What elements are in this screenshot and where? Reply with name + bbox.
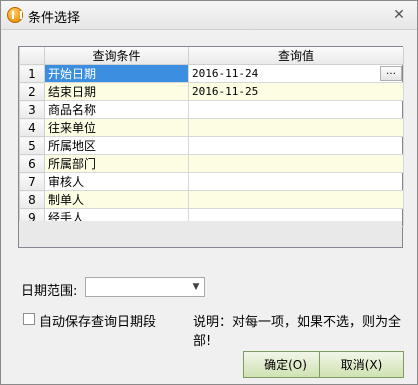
auto-save-label[interactable]: 自动保存查询日期段: [39, 311, 156, 330]
condition-table: 查询条件 查询值 1 开始日期 2016-11-24 … 2 结束日期 2016-…: [19, 47, 404, 227]
value-cell[interactable]: [188, 154, 404, 173]
value-column-header[interactable]: 查询值: [188, 47, 404, 65]
condition-cell[interactable]: 往来单位: [44, 118, 189, 137]
grid-empty-area: [19, 221, 402, 247]
condition-cell[interactable]: 商品名称: [44, 100, 189, 119]
value-text: 2016-11-24: [192, 67, 259, 80]
condition-cell[interactable]: 开始日期: [44, 64, 189, 83]
table-row[interactable]: 5 所属地区: [19, 136, 404, 155]
row-number: 4: [19, 118, 45, 137]
value-cell[interactable]: [188, 100, 404, 119]
auto-save-checkbox[interactable]: [23, 313, 35, 325]
table-row[interactable]: 7 审核人: [19, 172, 404, 191]
chevron-down-icon[interactable]: ▼: [188, 278, 204, 296]
condition-cell[interactable]: 所属地区: [44, 136, 189, 155]
table-row[interactable]: 3 商品名称: [19, 100, 404, 119]
condition-cell[interactable]: 所属部门: [44, 154, 189, 173]
value-cell[interactable]: [188, 190, 404, 209]
table-row[interactable]: 4 往来单位: [19, 118, 404, 137]
cancel-button[interactable]: 取消(X): [319, 351, 404, 378]
table-row[interactable]: 8 制单人: [19, 190, 404, 209]
row-number: 2: [19, 82, 45, 101]
condition-cell[interactable]: 结束日期: [44, 82, 189, 101]
value-cell[interactable]: [188, 172, 404, 191]
value-cell[interactable]: 2016-11-25: [188, 82, 404, 101]
date-range-label: 日期范围:: [21, 284, 78, 299]
row-number-header: [19, 47, 45, 65]
value-cell[interactable]: [188, 118, 404, 137]
app-icon: [7, 7, 23, 23]
condition-cell[interactable]: 制单人: [44, 190, 189, 209]
title-bar: 条件选择 ✕: [1, 1, 417, 30]
row-number: 1: [19, 64, 45, 83]
ok-button[interactable]: 确定(O): [243, 351, 328, 378]
condition-dialog: 条件选择 ✕ 查询条件 查询值 1 开始日期 2016-11-24 … 2 结束日…: [0, 0, 418, 385]
window-title: 条件选择: [28, 11, 81, 26]
row-number: 3: [19, 100, 45, 119]
row-number: 5: [19, 136, 45, 155]
value-cell[interactable]: 2016-11-24 …: [188, 64, 404, 83]
condition-column-header[interactable]: 查询条件: [44, 47, 189, 65]
condition-cell[interactable]: 审核人: [44, 172, 189, 191]
row-number: 6: [19, 154, 45, 173]
table-row[interactable]: 1 开始日期 2016-11-24 …: [19, 64, 404, 83]
table-row[interactable]: 2 结束日期 2016-11-25: [19, 82, 404, 101]
close-icon[interactable]: ✕: [391, 7, 407, 23]
table-row[interactable]: 6 所属部门: [19, 154, 404, 173]
condition-grid: 查询条件 查询值 1 开始日期 2016-11-24 … 2 结束日期 2016-…: [18, 46, 404, 248]
ellipsis-button[interactable]: …: [380, 66, 402, 81]
row-number: 7: [19, 172, 45, 191]
date-range-select[interactable]: ▼: [85, 277, 205, 297]
value-cell[interactable]: [188, 136, 404, 155]
row-number: 8: [19, 190, 45, 209]
note-text: 说明：对每一项，如果不选，则为全部!: [193, 315, 402, 349]
